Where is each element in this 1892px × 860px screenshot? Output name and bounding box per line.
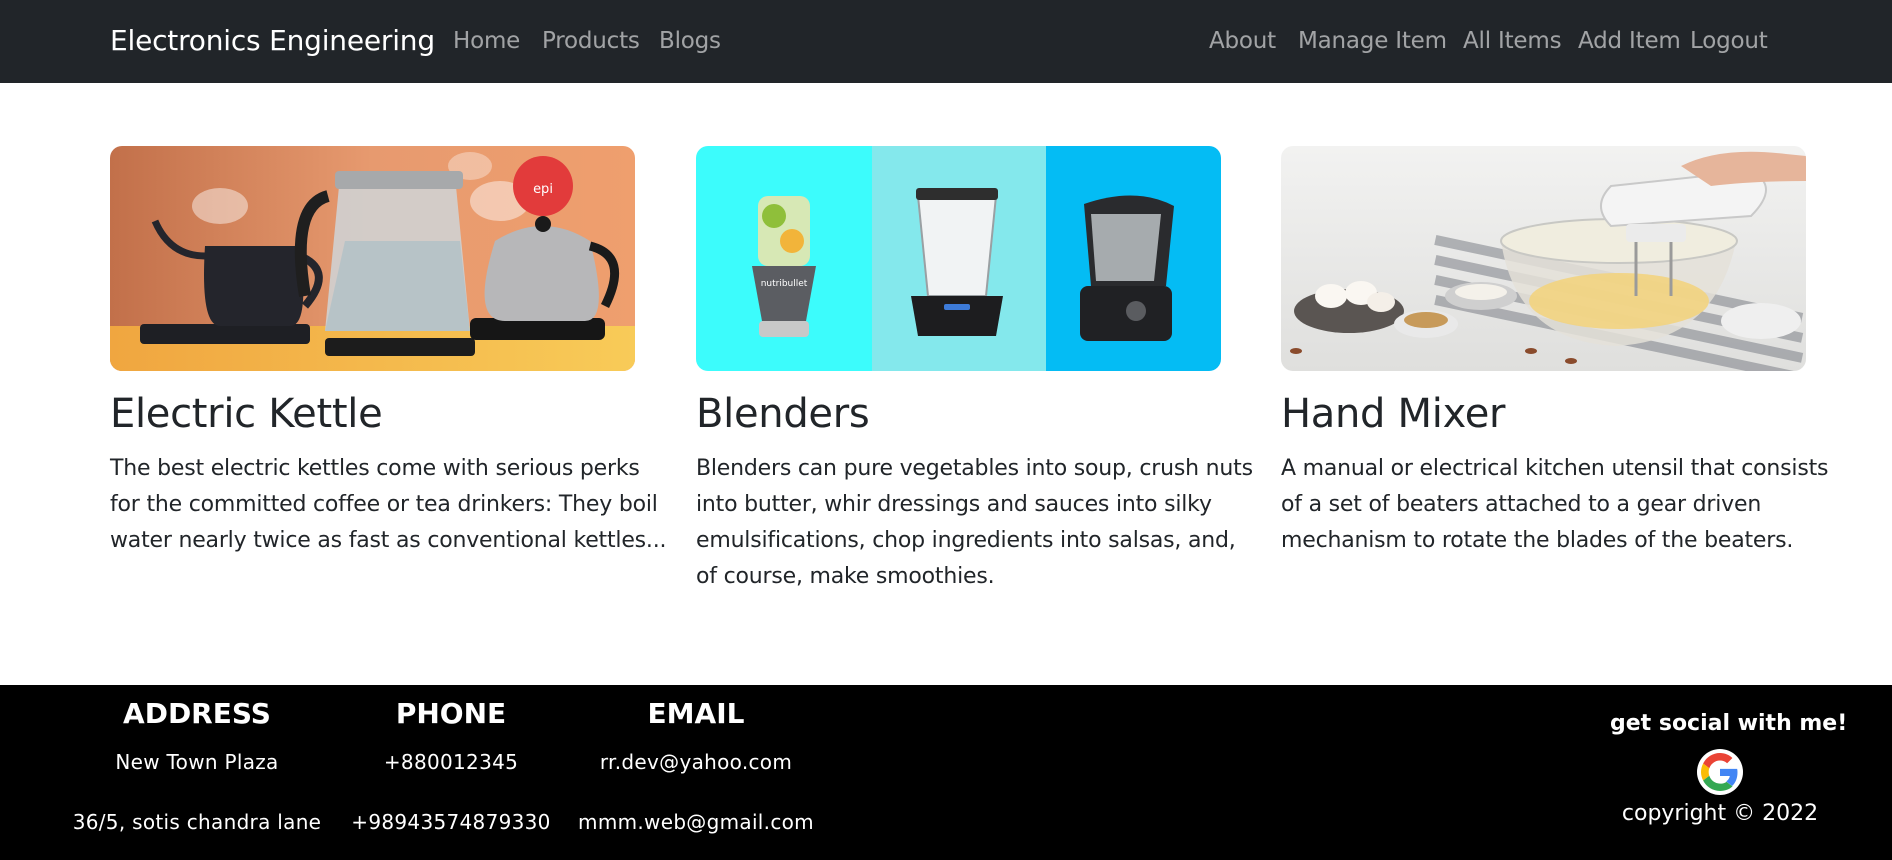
phone-line-2: +98943574879330 [351, 810, 551, 834]
nutribullet-brand-text: nutribullet [761, 279, 808, 289]
nav-link-about[interactable]: About [1209, 28, 1276, 54]
card-title: Hand Mixer [1281, 391, 1506, 437]
epi-badge-text: epi [533, 182, 553, 197]
electric-kettle-image: epi [110, 146, 635, 371]
nav-link-blogs[interactable]: Blogs [659, 28, 721, 54]
nav-link-manage-item[interactable]: Manage Item [1298, 28, 1447, 54]
product-card-electric-kettle: epi Electric Kettle The best electric ke… [110, 146, 667, 559]
nav-link-home[interactable]: Home [453, 28, 520, 54]
email-line-1: rr.dev@yahoo.com [599, 750, 793, 774]
nav-link-products[interactable]: Products [542, 28, 640, 54]
product-card-hand-mixer: Hand Mixer A manual or electrical kitche… [1281, 146, 1828, 559]
address-line-1: New Town Plaza [115, 750, 279, 774]
card-title: Blenders [696, 391, 870, 437]
email-line-2: mmm.web@gmail.com [578, 810, 814, 834]
card-description: Blenders can pure vegetables into soup, … [696, 456, 1253, 589]
brand-logo-text[interactable]: Electronics Engineering [110, 24, 435, 57]
phone-line-1: +880012345 [383, 750, 519, 774]
copyright-text: copyright © 2022 [1621, 801, 1819, 826]
top-navbar: Electronics Engineering Home Products Bl… [0, 0, 1892, 83]
card-title: Electric Kettle [110, 391, 383, 437]
google-icon[interactable] [1697, 749, 1743, 795]
nav-link-logout[interactable]: Logout [1690, 28, 1768, 54]
nav-link-all-items[interactable]: All Items [1463, 28, 1562, 54]
product-card-blenders: nutribullet Blenders Blenders can pure v… [696, 146, 1253, 595]
email-heading: EMAIL [647, 697, 745, 730]
site-footer: ADDRESS New Town Plaza 36/5, sotis chand… [0, 685, 1892, 860]
social-heading: get social with me! [1610, 711, 1848, 736]
blenders-image: nutribullet [696, 146, 1221, 371]
card-description: A manual or electrical kitchen utensil t… [1281, 456, 1829, 553]
hand-mixer-image [1281, 146, 1806, 371]
phone-heading: PHONE [395, 697, 507, 730]
address-line-2: 36/5, sotis chandra lane [72, 810, 322, 834]
card-description: The best electric kettles come with seri… [110, 456, 667, 553]
nav-link-add-item[interactable]: Add Item [1578, 28, 1681, 54]
address-heading: ADDRESS [123, 697, 271, 730]
